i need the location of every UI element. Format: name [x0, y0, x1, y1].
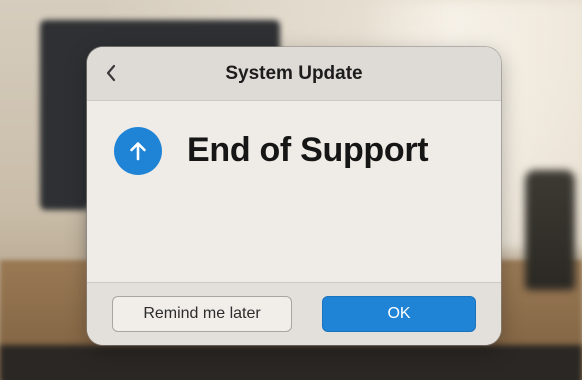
remind-later-button[interactable]: Remind me later	[112, 296, 292, 332]
dialog-footer: Remind me later OK	[87, 282, 501, 345]
dialog-content: End of Support	[87, 101, 501, 281]
chevron-left-icon	[106, 64, 116, 82]
dialog-heading: End of Support	[187, 131, 429, 169]
dialog-title: System Update	[225, 62, 363, 84]
back-button[interactable]	[97, 59, 125, 87]
background-pen-holder	[525, 170, 575, 290]
arrow-up-icon	[114, 127, 162, 175]
background-desk-shadow	[0, 345, 582, 380]
ok-button[interactable]: OK	[322, 296, 476, 332]
dialog-titlebar: System Update	[87, 47, 501, 101]
system-update-dialog: System Update End of Support Remind me l…	[87, 47, 501, 345]
